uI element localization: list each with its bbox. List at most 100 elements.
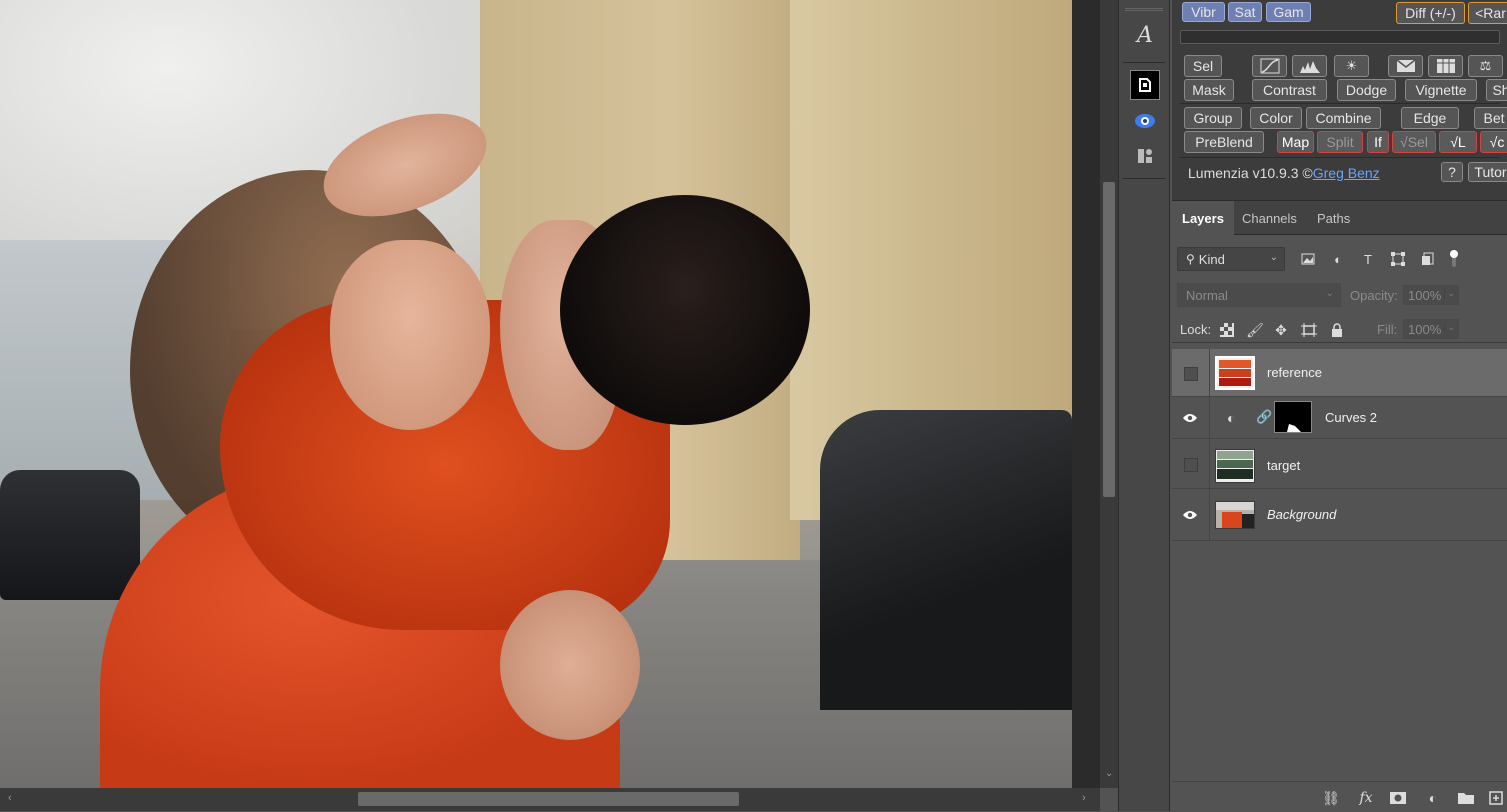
horizontal-scroll-thumb[interactable] (358, 792, 739, 806)
layer-name[interactable]: Curves 2 (1325, 410, 1377, 425)
scroll-left-icon[interactable]: ‹ (8, 792, 12, 804)
vertical-scroll-thumb[interactable] (1103, 182, 1115, 497)
tab-channels[interactable]: Channels (1232, 201, 1307, 235)
layer-thumbnail[interactable] (1215, 356, 1255, 390)
fill-input[interactable]: 100% ⌄ (1403, 319, 1459, 339)
layer-thumbnail[interactable] (1215, 501, 1255, 529)
layer-filter-row: ⚲ Kind ⌄ ◐ T (1172, 243, 1507, 273)
fx-icon[interactable]: fx (1355, 788, 1377, 808)
eye-icon[interactable] (1180, 408, 1200, 428)
chevron-down-icon: ⌄ (1444, 322, 1455, 333)
if-button[interactable]: If (1367, 131, 1389, 153)
edge-button[interactable]: Edge (1401, 107, 1459, 129)
author-link[interactable]: Greg Benz (1313, 165, 1380, 181)
vibr-button[interactable]: Vibr (1182, 2, 1225, 22)
new-layer-icon[interactable] (1485, 788, 1507, 808)
photo-car-right (820, 410, 1072, 710)
eye-icon[interactable] (1180, 505, 1200, 525)
tutorials-button[interactable]: Tutor (1468, 162, 1507, 182)
divider (1123, 62, 1165, 63)
panel-grip[interactable] (1125, 8, 1163, 11)
tab-paths[interactable]: Paths (1307, 201, 1360, 235)
libraries-panel-icon[interactable] (1130, 141, 1160, 171)
range-button[interactable]: <Rar (1468, 2, 1507, 24)
scroll-down-icon[interactable]: ⌄ (1105, 768, 1113, 779)
lock-all-icon[interactable] (1327, 320, 1347, 340)
preblend-button[interactable]: PreBlend (1184, 131, 1264, 153)
document-canvas[interactable] (0, 0, 1072, 788)
opacity-input[interactable]: 100% ⌄ (1403, 285, 1459, 305)
combine-button[interactable]: Combine (1306, 107, 1381, 129)
sat-button[interactable]: Sat (1228, 2, 1262, 22)
balance-icon[interactable]: ⚖ (1468, 55, 1503, 77)
layer-row-reference[interactable]: reference (1172, 349, 1507, 397)
curves-icon[interactable] (1252, 55, 1287, 77)
lock-transparency-icon[interactable] (1217, 320, 1237, 340)
check-c-button[interactable]: √c (1480, 131, 1507, 153)
gam-button[interactable]: Gam (1266, 2, 1311, 22)
sel-button[interactable]: Sel (1184, 55, 1222, 77)
smart-object-filter-icon[interactable] (1418, 249, 1438, 269)
lock-position-move-icon[interactable]: ✥ (1271, 320, 1291, 340)
layer-row-target[interactable]: target (1172, 439, 1507, 489)
layer-mask-thumbnail[interactable] (1274, 401, 1312, 433)
new-adjustment-layer-icon[interactable]: ◐ (1422, 788, 1444, 808)
filter-kind-value: Kind (1198, 251, 1225, 267)
pixel-filter-icon[interactable] (1298, 249, 1318, 269)
dodge-button[interactable]: Dodge (1337, 79, 1396, 101)
layer-name[interactable]: reference (1267, 365, 1322, 380)
envelope-mask-icon[interactable] (1388, 55, 1423, 77)
diff-button[interactable]: Diff (+/-) (1396, 2, 1465, 24)
filter-toggle-icon[interactable] (1444, 249, 1464, 269)
help-button[interactable]: ? (1441, 162, 1463, 182)
group-button[interactable]: Group (1184, 107, 1242, 129)
layer-name[interactable]: target (1267, 458, 1300, 473)
new-group-folder-icon[interactable] (1455, 788, 1477, 808)
scroll-right-icon[interactable]: › (1082, 792, 1086, 804)
horizontal-scrollbar[interactable]: ‹ › (0, 788, 1100, 811)
contrast-button[interactable]: Contrast (1252, 79, 1327, 101)
panel-tabs: Layers Channels Paths (1172, 201, 1507, 235)
check-l-button[interactable]: √L (1439, 131, 1477, 153)
lumenzia-version: Lumenzia v10.9.3 ©Greg Benz (1188, 165, 1380, 181)
check-sel-button[interactable]: √Sel (1392, 131, 1436, 153)
map-button[interactable]: Map (1277, 131, 1314, 153)
filter-kind-select[interactable]: ⚲ Kind ⌄ (1177, 247, 1285, 271)
type-filter-icon[interactable]: T (1358, 249, 1378, 269)
shape-filter-icon[interactable] (1388, 249, 1408, 269)
split-button[interactable]: Split (1317, 131, 1363, 153)
vignette-button[interactable]: Vignette (1405, 79, 1477, 101)
layer-name[interactable]: Background (1267, 507, 1336, 522)
blend-mode-select[interactable]: Normal ⌄ (1177, 283, 1341, 307)
layer-thumbnail[interactable] (1215, 449, 1255, 483)
link-layers-icon[interactable]: ⛓ (1320, 788, 1342, 808)
collapsed-panel-strip: A (1118, 0, 1170, 811)
lumenzia-panel-icon[interactable] (1130, 70, 1160, 100)
grid-icon[interactable] (1428, 55, 1463, 77)
link-chain-icon[interactable]: 🔗 (1256, 409, 1272, 425)
tab-layers[interactable]: Layers (1172, 201, 1234, 235)
lumenzia-slider[interactable] (1180, 30, 1500, 44)
add-mask-icon[interactable] (1387, 788, 1409, 808)
bet-button[interactable]: Bet (1474, 107, 1507, 129)
color-button[interactable]: Color (1250, 107, 1302, 129)
photo-face-woman-1 (330, 240, 490, 430)
eye-plugin-icon[interactable] (1130, 106, 1160, 136)
photo-car-left (0, 470, 140, 600)
mask-button[interactable]: Mask (1184, 79, 1234, 101)
lock-pixels-brush-icon[interactable]: 🖌 (1245, 320, 1265, 340)
layer-row-background[interactable]: Background (1172, 489, 1507, 541)
chevron-down-icon: ⌄ (1269, 252, 1278, 263)
visibility-toggle-off[interactable] (1184, 367, 1198, 381)
adjustment-filter-icon[interactable]: ◐ (1328, 249, 1348, 269)
visibility-toggle-off[interactable] (1184, 458, 1198, 472)
layer-row-curves-2[interactable]: ◐ 🔗 Curves 2 (1172, 397, 1507, 439)
divider (1209, 349, 1210, 397)
sh-button[interactable]: Sh (1486, 79, 1507, 101)
brightness-icon[interactable]: ☀ (1334, 55, 1369, 77)
character-panel-icon[interactable]: A (1130, 20, 1160, 50)
search-icon: ⚲ (1186, 252, 1195, 266)
lock-artboard-icon[interactable] (1299, 320, 1319, 340)
vertical-scrollbar[interactable]: ⌄ (1100, 0, 1118, 788)
levels-icon[interactable] (1292, 55, 1327, 77)
